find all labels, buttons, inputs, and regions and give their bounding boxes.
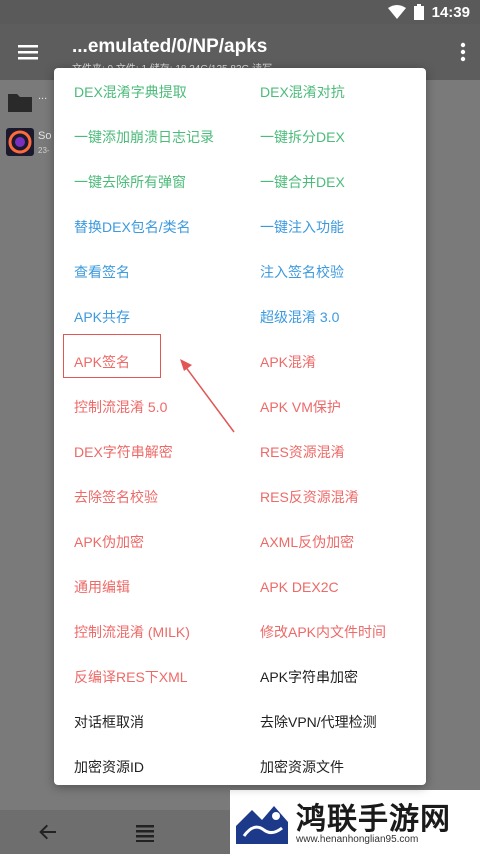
battery-icon xyxy=(413,4,424,20)
file-name: ... xyxy=(38,90,48,102)
menu-option[interactable]: APK VM保护 xyxy=(260,398,341,416)
back-arrow-icon[interactable] xyxy=(36,820,60,844)
menu-option[interactable]: APK DEX2C xyxy=(260,578,339,596)
menu-option[interactable]: 控制流混淆 5.0 xyxy=(74,398,167,416)
menu-option[interactable]: 一键去除所有弹窗 xyxy=(74,173,186,191)
menu-option[interactable]: 控制流混淆 (MILK) xyxy=(74,623,190,641)
menu-option[interactable]: APK混淆 xyxy=(260,353,316,371)
menu-option[interactable]: 一键拆分DEX xyxy=(260,128,345,146)
menu-option[interactable]: 超级混淆 3.0 xyxy=(260,308,339,326)
menu-option[interactable]: 注入签名校验 xyxy=(260,263,344,281)
menu-option[interactable]: 去除签名校验 xyxy=(74,488,158,506)
menu-option[interactable]: DEX字符串解密 xyxy=(74,443,173,461)
options-dialog: DEX混淆字典提取 DEX混淆对抗一键添加崩溃日志记录 一键拆分DEX 一键去除所有弹… xyxy=(54,68,426,785)
menu-option[interactable]: 去除VPN/代理检测 xyxy=(260,713,377,731)
menu-option[interactable]: APK伪加密 xyxy=(74,533,144,551)
folder-icon xyxy=(8,94,32,112)
status-time: 14:39 xyxy=(431,3,470,21)
status-bar: 14:39 xyxy=(0,0,480,24)
file-date: 23- xyxy=(38,146,50,155)
menu-option[interactable]: 反编译RES下XML xyxy=(74,668,188,686)
pointer-arrow-icon xyxy=(180,359,235,433)
file-list-item-apk[interactable]: So 23- xyxy=(0,122,60,162)
highlight-box xyxy=(63,334,161,378)
menu-option[interactable]: APK共存 xyxy=(74,308,130,326)
menu-option[interactable]: 修改APK内文件时间 xyxy=(260,623,386,641)
menu-option[interactable]: 通用编辑 xyxy=(74,578,130,596)
site-logo-icon xyxy=(236,806,288,844)
menu-option[interactable]: 替换DEX包名/类名 xyxy=(74,218,191,236)
menu-option[interactable]: DEX混淆对抗 xyxy=(260,83,345,101)
menu-option[interactable]: 加密资源文件 xyxy=(260,758,344,776)
menu-option[interactable]: APK字符串加密 xyxy=(260,668,358,686)
list-icon[interactable] xyxy=(133,820,157,844)
menu-option[interactable]: DEX混淆字典提取 xyxy=(74,83,187,101)
page-title: ...emulated/0/NP/apks xyxy=(72,36,268,57)
menu-option[interactable]: 加密资源ID xyxy=(74,758,144,776)
menu-option[interactable]: RES资源混淆 xyxy=(260,443,345,461)
file-name: So xyxy=(38,130,52,142)
status-icons: 14:39 xyxy=(387,3,470,21)
apk-thumbnail-icon xyxy=(6,128,34,156)
file-list-item-parent[interactable]: ... xyxy=(0,82,60,122)
wifi-icon xyxy=(387,5,406,19)
watermark-title: 鸿联手游网 xyxy=(296,802,451,837)
menu-option[interactable]: 一键注入功能 xyxy=(260,218,344,236)
menu-option[interactable]: 一键添加崩溃日志记录 xyxy=(74,128,214,146)
menu-option[interactable]: 一键合并DEX xyxy=(260,173,345,191)
menu-option[interactable]: RES反资源混淆 xyxy=(260,488,359,506)
menu-option[interactable]: 对话框取消 xyxy=(74,713,144,731)
watermark: 鸿联手游网 www.henanhonglian95.com xyxy=(230,790,480,854)
menu-option[interactable]: AXML反伪加密 xyxy=(260,533,354,551)
menu-option[interactable]: 查看签名 xyxy=(74,263,130,281)
hamburger-menu-icon[interactable] xyxy=(16,40,40,64)
watermark-url: www.henanhonglian95.com xyxy=(296,834,419,845)
more-vert-icon[interactable] xyxy=(460,42,466,62)
